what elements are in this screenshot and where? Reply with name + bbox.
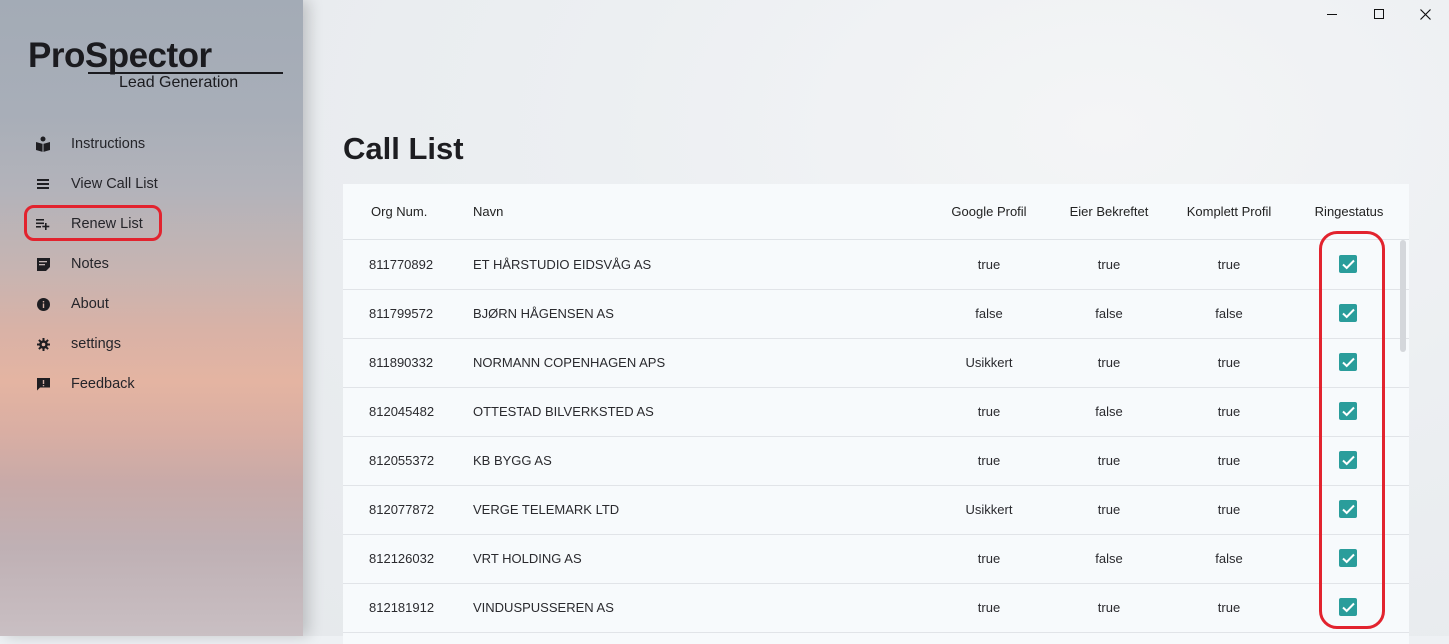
sidebar-item-label: Notes <box>71 256 109 272</box>
cell-google-profil: true <box>977 257 1001 272</box>
table-row[interactable]: 811770892 ET HÅRSTUDIO EIDSVÅG AS true true… <box>343 240 1409 290</box>
window-controls <box>1308 0 1449 28</box>
sidebar-item-instructions[interactable]: Instructions <box>0 124 303 164</box>
cell-eier-bekreftet: true <box>1097 600 1121 615</box>
cell-org-num: 812126032 <box>369 551 435 566</box>
cell-navn: VINDUSPUSSEREN AS <box>473 600 614 615</box>
cell-komplett-profil: false <box>1215 306 1243 321</box>
sidebar-item-settings[interactable]: settings <box>0 324 303 364</box>
sidebar-item-view-call-list[interactable]: View Call List <box>0 164 303 204</box>
gear-icon <box>35 336 51 352</box>
call-list-table: Org Num. Navn Google Profil Eier Bekreft… <box>343 184 1409 644</box>
cell-eier-bekreftet: true <box>1097 453 1121 468</box>
cell-komplett-profil: true <box>1217 600 1241 615</box>
cell-komplett-profil: true <box>1217 404 1241 419</box>
cell-navn: VERGE TELEMARK LTD <box>473 502 620 517</box>
column-header-ringestatus[interactable]: Ringestatus <box>1315 204 1384 219</box>
cell-navn: VRT HOLDING AS <box>473 551 582 566</box>
cell-google-profil: true <box>977 600 1001 615</box>
sidebar-item-feedback[interactable]: Feedback <box>0 364 303 404</box>
renew-list-annotation-circle <box>24 205 162 241</box>
cell-navn: NORMANN COPENHAGEN APS <box>473 355 666 370</box>
sidebar-item-notes[interactable]: Notes <box>0 244 303 284</box>
column-header-navn[interactable]: Navn <box>473 204 503 219</box>
book-reader-icon <box>35 136 51 152</box>
table-row[interactable]: 811890332 NORMANN COPENHAGEN APS Usikkert t… <box>343 338 1409 388</box>
sidebar-item-label: View Call List <box>71 176 158 192</box>
cell-google-profil: true <box>977 453 1001 468</box>
sidebar-item-label: Instructions <box>71 136 146 152</box>
sidebar-item-label: Feedback <box>71 376 135 392</box>
ringestatus-annotation-circle <box>1319 231 1385 629</box>
cell-google-profil: Usikkert <box>965 355 1013 370</box>
cell-org-num: 812181912 <box>369 600 435 615</box>
table-row[interactable]: 812055372 KB BYGG AS true true true <box>343 436 1409 486</box>
close-icon <box>1420 8 1431 20</box>
info-icon <box>35 296 51 312</box>
page-title: Call List <box>343 131 464 166</box>
cell-komplett-profil: true <box>1217 502 1241 517</box>
column-header-komplett-profil[interactable]: Komplett Profil <box>1187 204 1272 219</box>
cell-org-num: 812045482 <box>369 404 435 419</box>
table-row[interactable]: 812126032 VRT HOLDING AS true false false <box>343 534 1409 584</box>
cell-org-num: 812055372 <box>369 453 435 468</box>
cell-google-profil: true <box>977 551 1001 566</box>
cell-google-profil: Usikkert <box>965 502 1013 517</box>
main-content: Call List Org Num. Navn Google Profil Ei… <box>303 0 1449 644</box>
cell-org-num: 811890332 <box>369 355 434 370</box>
sidebar-item-label: About <box>71 296 109 312</box>
close-button[interactable] <box>1402 0 1449 28</box>
cell-komplett-profil: true <box>1217 257 1241 272</box>
cell-komplett-profil: true <box>1217 453 1241 468</box>
table-row[interactable]: 811799572 BJØRN HÅGENSEN AS false false fals… <box>343 289 1409 339</box>
cell-eier-bekreftet: false <box>1095 551 1123 566</box>
cell-eier-bekreftet: false <box>1095 306 1123 321</box>
column-header-eier-bekreftet[interactable]: Eier Bekreftet <box>1070 204 1149 219</box>
cell-org-num: 811770892 <box>369 257 434 272</box>
logo-title: ProSpector <box>28 36 212 75</box>
column-header-org-num[interactable]: Org Num. <box>371 204 427 219</box>
sidebar-item-label: settings <box>71 336 121 352</box>
cell-eier-bekreftet: false <box>1095 404 1123 419</box>
note-icon <box>35 256 51 272</box>
maximize-button[interactable] <box>1355 0 1402 28</box>
column-header-google-profil[interactable]: Google Profil <box>951 204 1026 219</box>
app-logo: ProSpector Lead Generation <box>28 36 288 96</box>
cell-google-profil: true <box>977 404 1001 419</box>
cell-eier-bekreftet: true <box>1097 257 1121 272</box>
cell-org-num: 812077872 <box>369 502 435 517</box>
cell-komplett-profil: false <box>1215 551 1243 566</box>
cell-navn: ET HÅRSTUDIO EIDSVÅG AS <box>473 257 652 272</box>
sidebar-item-about[interactable]: About <box>0 284 303 324</box>
feedback-icon <box>35 376 51 392</box>
list-icon <box>35 176 51 192</box>
cell-google-profil: false <box>975 306 1003 321</box>
cell-navn: OTTESTAD BILVERKSTED AS <box>473 404 654 419</box>
sidebar: ProSpector Lead Generation Instructions … <box>0 0 303 636</box>
minimize-icon <box>1326 14 1337 15</box>
table-header: Org Num. Navn Google Profil Eier Bekreft… <box>343 184 1409 240</box>
logo-subtitle: Lead Generation <box>119 74 239 91</box>
table-scrollbar[interactable] <box>1400 240 1406 352</box>
minimize-button[interactable] <box>1308 0 1355 28</box>
cell-eier-bekreftet: true <box>1097 502 1121 517</box>
table-row[interactable]: 812077872 VERGE TELEMARK LTD Usikkert true t… <box>343 485 1409 535</box>
cell-eier-bekreftet: true <box>1097 355 1121 370</box>
table-row[interactable]: 812181912 VINDUSPUSSEREN AS true true true <box>343 583 1409 633</box>
cell-navn: BJØRN HÅGENSEN AS <box>473 306 614 321</box>
maximize-icon <box>1373 9 1384 19</box>
cell-navn: KB BYGG AS <box>473 453 552 468</box>
table-row[interactable]: 812045482 OTTESTAD BILVERKSTED AS true fals… <box>343 387 1409 437</box>
cell-komplett-profil: true <box>1217 355 1241 370</box>
cell-org-num: 811799572 <box>369 306 434 321</box>
